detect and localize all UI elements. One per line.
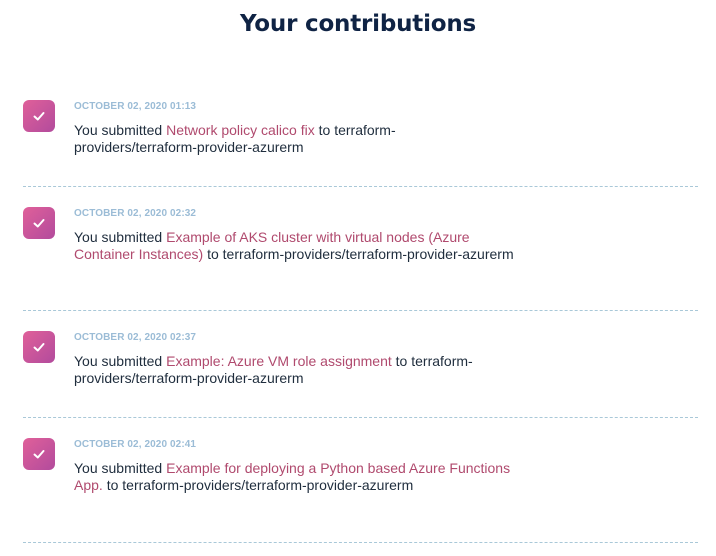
- contribution-badge: [23, 438, 55, 470]
- contribution-item: OCTOBER 02, 2020 02:32 You submitted Exa…: [23, 187, 698, 311]
- check-icon: [33, 343, 45, 352]
- contribution-timestamp: OCTOBER 02, 2020 02:41: [74, 439, 197, 450]
- contribution-item: OCTOBER 02, 2020 01:13 You submitted Net…: [23, 80, 698, 187]
- summary-prefix: You submitted: [74, 229, 167, 245]
- contribution-badge: [23, 207, 55, 239]
- contribution-summary: You submitted Example: Azure VM role ass…: [74, 353, 514, 387]
- contribution-summary: You submitted Network policy calico fix …: [74, 122, 514, 156]
- summary-connector: to: [391, 353, 412, 369]
- summary-connector: to: [314, 122, 335, 138]
- contribution-summary: You submitted Example for deploying a Py…: [74, 460, 514, 494]
- contribution-link[interactable]: Network policy calico fix: [166, 122, 315, 138]
- repository-name: terraform-providers/terraform-provider-a…: [222, 246, 514, 262]
- contribution-item: OCTOBER 02, 2020 02:37 You submitted Exa…: [23, 311, 698, 418]
- summary-prefix: You submitted: [74, 122, 167, 138]
- contribution-item: OCTOBER 02, 2020 02:41 You submitted Exa…: [23, 418, 698, 543]
- summary-connector: to: [102, 477, 123, 493]
- check-icon: [33, 450, 45, 459]
- contribution-timestamp: OCTOBER 02, 2020 02:37: [74, 332, 197, 343]
- contribution-badge: [23, 331, 55, 363]
- summary-prefix: You submitted: [74, 460, 167, 476]
- page-title: Your contributions: [239, 11, 477, 37]
- contribution-link[interactable]: Example: Azure VM role assignment: [166, 353, 392, 369]
- summary-prefix: You submitted: [74, 353, 167, 369]
- contribution-timestamp: OCTOBER 02, 2020 02:32: [74, 208, 197, 219]
- contribution-summary: You submitted Example of AKS cluster wit…: [74, 229, 514, 263]
- contribution-badge: [23, 100, 55, 132]
- check-icon: [33, 219, 45, 228]
- check-icon: [33, 112, 45, 121]
- contribution-timestamp: OCTOBER 02, 2020 01:13: [74, 101, 197, 112]
- repository-name: terraform-providers/terraform-provider-a…: [122, 477, 414, 493]
- summary-connector: to: [203, 246, 223, 262]
